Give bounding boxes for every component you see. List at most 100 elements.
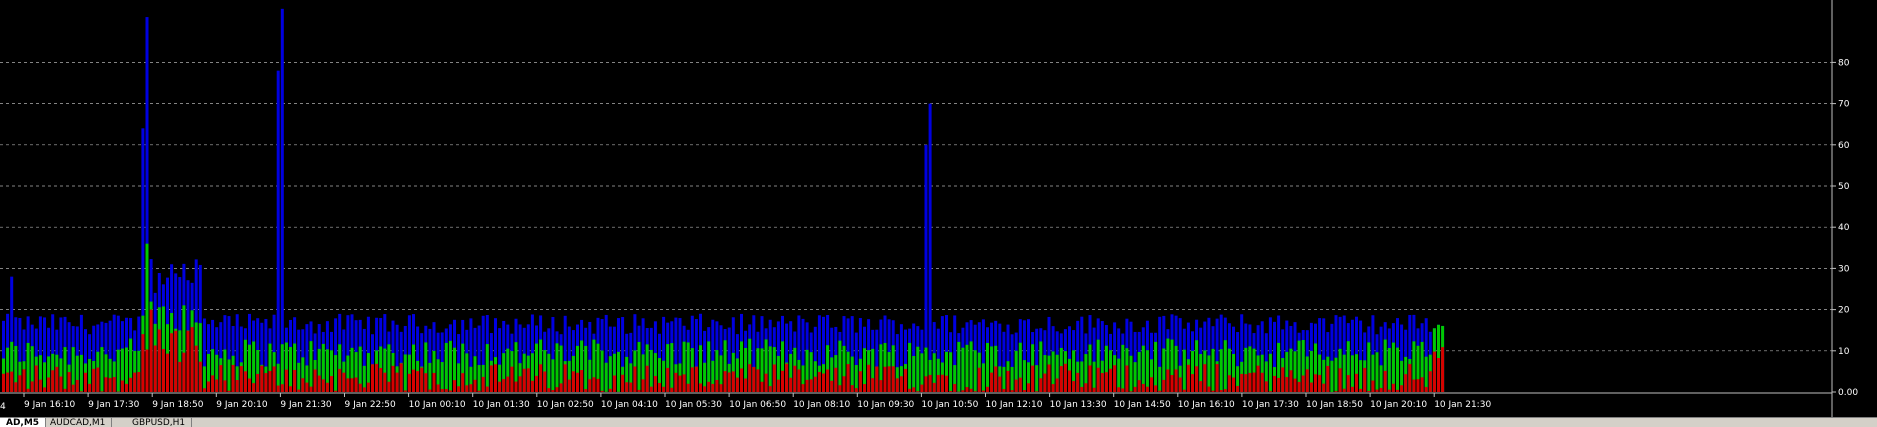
bar-red xyxy=(310,387,313,392)
bar-red xyxy=(408,374,411,392)
bar-green xyxy=(1023,360,1026,392)
bar-red xyxy=(55,367,58,392)
bar-green xyxy=(617,352,620,392)
bar-red xyxy=(769,386,772,392)
bar-red xyxy=(383,373,386,392)
bar-red xyxy=(978,368,981,392)
bar-red xyxy=(441,389,444,392)
bar-green xyxy=(80,355,83,392)
bar-red xyxy=(1253,373,1256,392)
bar-red xyxy=(572,371,575,392)
bar-green xyxy=(486,344,489,392)
bar-green xyxy=(982,363,985,392)
bar-red xyxy=(863,384,866,392)
bar-red xyxy=(1392,384,1395,392)
bar-red xyxy=(248,379,251,392)
bar-red xyxy=(1437,358,1440,392)
bar-red xyxy=(843,376,846,392)
bar-red xyxy=(765,374,768,392)
bar-red xyxy=(215,379,218,392)
bar-green xyxy=(1121,345,1124,392)
bar-green xyxy=(838,341,841,392)
bar-red xyxy=(84,373,87,392)
bar-red xyxy=(1429,371,1432,392)
bar-green xyxy=(1367,342,1370,392)
bar-red xyxy=(1347,375,1350,392)
bar-red xyxy=(752,367,755,392)
bar-red xyxy=(838,385,841,392)
bar-red xyxy=(338,369,341,392)
bar-red xyxy=(1179,377,1182,392)
bar-red xyxy=(695,367,698,392)
bar-red xyxy=(1007,371,1010,392)
bar-red xyxy=(203,388,206,392)
bar-red xyxy=(871,378,874,392)
bar-green xyxy=(974,350,977,392)
bar-red xyxy=(371,364,374,392)
bar-red xyxy=(264,373,267,392)
bar-red xyxy=(232,365,235,392)
bar-red xyxy=(879,380,882,392)
bar-red xyxy=(830,381,833,392)
bar-red xyxy=(1408,364,1411,392)
bar-red xyxy=(1294,379,1297,392)
bar-red xyxy=(400,363,403,392)
bar-red xyxy=(1158,391,1161,392)
bar-red xyxy=(1302,376,1305,392)
bar-red xyxy=(933,383,936,392)
bar-red xyxy=(1011,390,1014,392)
bar-red xyxy=(818,372,821,392)
bar-red xyxy=(252,383,255,392)
bar-red xyxy=(47,377,50,392)
bar-red xyxy=(1269,391,1272,392)
bar-red xyxy=(1248,373,1251,392)
bar-red xyxy=(527,368,530,392)
bar-red xyxy=(1281,367,1284,392)
bar-red xyxy=(457,386,460,392)
bar-red xyxy=(1417,379,1420,392)
x-tick-label: 10 Jan 13:30 xyxy=(1050,400,1107,410)
x-tick-label: 10 Jan 04:10 xyxy=(601,400,658,410)
bar-green xyxy=(769,346,772,392)
bar-red xyxy=(490,365,493,392)
bar-red xyxy=(683,374,686,392)
bar-red xyxy=(1335,391,1338,392)
x-tick-label: 9 Jan 17:30 xyxy=(88,400,140,410)
bar-green xyxy=(117,350,120,392)
bar-red xyxy=(228,391,231,392)
bar-green xyxy=(1330,361,1333,392)
bar-red xyxy=(535,376,538,392)
bar-green xyxy=(986,343,989,392)
bar-red xyxy=(506,377,509,392)
bar-red xyxy=(629,383,632,392)
bar-red xyxy=(182,353,185,392)
bar-blue xyxy=(929,104,932,392)
bar-red xyxy=(625,382,628,392)
bar-red xyxy=(150,310,153,392)
x-tick-label: 10 Jan 14:50 xyxy=(1114,400,1171,410)
bar-red xyxy=(1359,389,1362,392)
bar-red xyxy=(1224,389,1227,392)
x-tick-label: 10 Jan 17:30 xyxy=(1242,400,1299,410)
bar-red xyxy=(27,389,30,392)
bar-green xyxy=(27,343,30,392)
bar-red xyxy=(510,367,513,392)
bar-red xyxy=(23,369,26,392)
bar-red xyxy=(859,371,862,392)
bar-red xyxy=(543,371,546,392)
bar-red xyxy=(715,380,718,392)
bar-red xyxy=(875,367,878,392)
bar-red xyxy=(125,384,128,392)
bar-red xyxy=(297,390,300,392)
bar-red xyxy=(445,389,448,392)
bar-red xyxy=(1072,381,1075,392)
bar-red xyxy=(1097,368,1100,392)
bar-red xyxy=(96,368,99,392)
x-tick-label: 10 Jan 02:50 xyxy=(537,400,594,410)
bar-red xyxy=(789,378,792,392)
bar-red xyxy=(31,381,34,392)
bar-red xyxy=(1171,375,1174,392)
bar-red xyxy=(359,384,362,392)
bar-red xyxy=(1232,378,1235,392)
x-tick-label: 9 Jan 22:50 xyxy=(345,400,397,410)
